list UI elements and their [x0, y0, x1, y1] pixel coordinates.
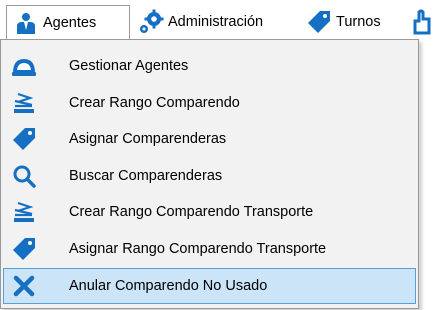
menu-item-label: Asignar Comparenderas: [69, 131, 227, 147]
tag-icon: [11, 126, 37, 152]
agentes-dropdown-menu: Gestionar Agentes Crear Rango Comparendo…: [0, 39, 419, 309]
stack-arrow-icon: [11, 199, 37, 225]
menu-turnos-label: Turnos: [336, 14, 381, 30]
menu-turnos[interactable]: Turnos: [300, 5, 400, 39]
menu-item-buscar-comparenderas[interactable]: Buscar Comparenderas: [3, 158, 416, 194]
menu-item-gestionar-agentes[interactable]: Gestionar Agentes: [3, 48, 416, 84]
menu-item-crear-rango-comparendo-transporte[interactable]: Crear Rango Comparendo Transporte: [3, 194, 416, 230]
stack-arrow-icon: [11, 90, 37, 116]
menu-item-label: Buscar Comparenderas: [69, 168, 223, 184]
tag-icon: [306, 9, 332, 35]
menu-item-label: Gestionar Agentes: [69, 58, 189, 74]
menu-item-label: Anular Comparendo No Usado: [69, 278, 268, 294]
menu-administracion[interactable]: Administración: [132, 5, 282, 39]
menu-item-label: Asignar Rango Comparendo Transporte: [69, 241, 327, 257]
agent-icon: [13, 10, 39, 36]
menu-item-asignar-comparenderas[interactable]: Asignar Comparenderas: [3, 121, 416, 157]
menu-item-label: Crear Rango Comparendo Transporte: [69, 204, 314, 220]
close-icon: [11, 273, 37, 299]
menu-item-asignar-rango-comparendo-transporte[interactable]: Asignar Rango Comparendo Transporte: [3, 231, 416, 267]
menu-overflow-item[interactable]: [405, 5, 433, 39]
menu-agentes[interactable]: Agentes: [6, 5, 130, 39]
cap-icon: [11, 53, 37, 79]
search-icon: [11, 163, 37, 189]
tag-icon: [11, 236, 37, 262]
menu-administracion-label: Administración: [168, 14, 264, 30]
menu-bar: Agentes Administración Turnos: [0, 0, 433, 40]
menu-agentes-label: Agentes: [43, 14, 97, 31]
menu-item-anular-comparendo-no-usado[interactable]: Anular Comparendo No Usado: [3, 268, 416, 304]
hand-icon: [409, 9, 433, 35]
menu-item-crear-rango-comparendo[interactable]: Crear Rango Comparendo: [3, 85, 416, 121]
menu-item-label: Crear Rango Comparendo: [69, 95, 240, 111]
gears-icon: [138, 9, 164, 35]
